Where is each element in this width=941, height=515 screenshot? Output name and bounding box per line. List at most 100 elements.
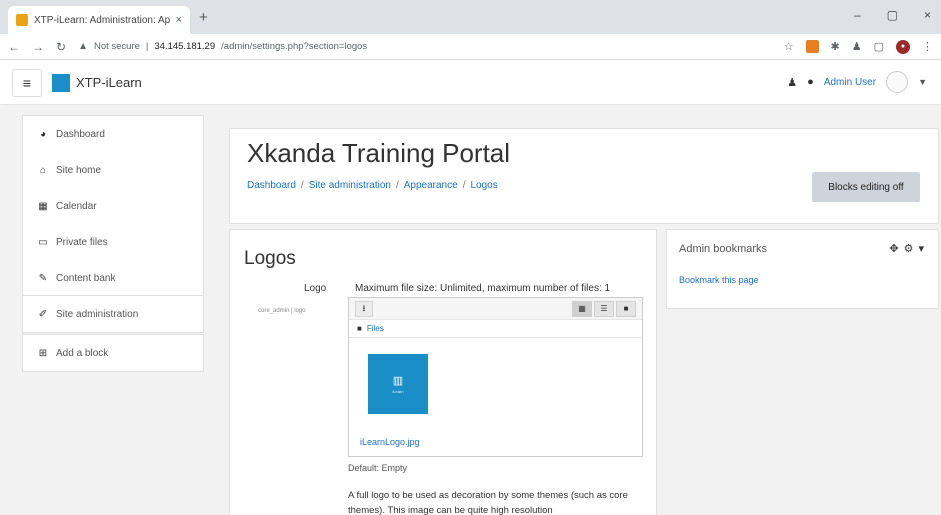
brand-logo-icon[interactable] xyxy=(52,73,70,92)
block-title: Admin bookmarks xyxy=(679,243,768,255)
minimize-button[interactable]: – xyxy=(854,8,861,22)
setting-description: A full logo to be used as decoration by … xyxy=(348,490,628,515)
file-icon: ▭ xyxy=(38,236,48,248)
nav-item-label: Private files xyxy=(56,236,108,248)
page-header: Xkanda Training Portal Dashboard / Site … xyxy=(229,128,939,224)
breadcrumb-logos[interactable]: Logos xyxy=(470,180,497,191)
user-name[interactable]: Admin User xyxy=(824,77,876,88)
chevron-down-icon[interactable]: ▼ xyxy=(918,77,927,87)
warning-icon: ▲ xyxy=(78,41,88,52)
file-name-link[interactable]: iLearnLogo.jpg xyxy=(360,437,420,447)
sidebar-icon[interactable]: ▢ xyxy=(874,40,884,53)
breadcrumb-dashboard[interactable]: Dashboard xyxy=(247,180,296,191)
user-menu-area: ♟ ● Admin User ▼ xyxy=(787,71,927,93)
hamburger-icon[interactable]: ≡ xyxy=(12,68,42,97)
folder-icon: ■ xyxy=(357,324,362,333)
browser-tab-bar: XTP-iLearn: Administration: App... × + –… xyxy=(0,0,941,34)
nav-item-add-block[interactable]: ⊞ Add a block xyxy=(23,335,203,371)
breadcrumb-separator: / xyxy=(395,180,399,191)
back-icon[interactable]: ← xyxy=(8,40,20,54)
nav-item-content-bank[interactable]: ✎ Content bank xyxy=(23,260,203,296)
book-logo-icon: ▥ xyxy=(392,375,404,387)
tab-close-icon[interactable]: × xyxy=(176,14,182,26)
list-view-icon[interactable]: ☰ xyxy=(594,300,614,317)
grid-view-icon[interactable]: ▦ xyxy=(572,300,592,317)
chevron-down-icon[interactable]: ▾ xyxy=(918,242,924,255)
home-icon: ⌂ xyxy=(39,164,47,176)
nav-item-calendar[interactable]: ▦ Calendar xyxy=(23,188,203,224)
thumbnail-text: iLearn xyxy=(392,389,404,394)
url-separator: | xyxy=(145,41,149,52)
nav-item-label: Content bank xyxy=(56,272,116,284)
setting-label: Logo xyxy=(304,283,327,294)
breadcrumb-site-administration[interactable]: Site administration xyxy=(309,180,391,191)
breadcrumb-separator: / xyxy=(300,180,304,191)
person-icon[interactable]: ♟ xyxy=(852,40,862,53)
forward-icon[interactable]: → xyxy=(32,40,44,54)
admin-nav: ✐ Site administration xyxy=(22,295,204,333)
default-value: Default: Empty xyxy=(348,463,408,473)
reload-icon[interactable]: ↻ xyxy=(56,40,66,54)
add-block-nav: ⊞ Add a block xyxy=(22,334,204,372)
blocks-editing-button[interactable]: Blocks editing off xyxy=(812,172,920,202)
wrench-icon: ✐ xyxy=(38,308,48,320)
bell-icon[interactable]: ♟ xyxy=(787,76,797,89)
menu-dots-icon[interactable]: ⋮ xyxy=(922,40,933,53)
new-tab-button[interactable]: + xyxy=(199,9,208,26)
tab-title: XTP-iLearn: Administration: App... xyxy=(34,14,170,26)
nav-item-site-home[interactable]: ⌂ Site home xyxy=(23,152,203,188)
nav-item-label: Dashboard xyxy=(56,128,105,140)
plus-square-icon: ⊞ xyxy=(38,347,48,359)
close-window-button[interactable]: × xyxy=(924,8,931,22)
file-thumbnail[interactable]: ▥ iLearn xyxy=(368,354,428,414)
folder-view-icon[interactable]: ■ xyxy=(616,300,636,317)
address-bar: ← → ↻ ▲ Not secure | 34.145.181.29/admin… xyxy=(0,34,941,60)
nav-item-dashboard[interactable]: ◕ Dashboard xyxy=(23,116,203,152)
avatar[interactable] xyxy=(886,71,909,93)
file-path-bar: ■ Files xyxy=(349,320,642,338)
site-navbar: ≡ XTP-iLearn ♟ ● Admin User ▼ xyxy=(0,61,941,105)
nav-item-private-files[interactable]: ▭ Private files xyxy=(23,224,203,260)
window-controls: – ▢ × xyxy=(854,8,931,22)
security-label: Not secure xyxy=(93,41,140,52)
nav-item-label: Calendar xyxy=(56,200,97,212)
nav-item-site-administration[interactable]: ✐ Site administration xyxy=(23,296,203,332)
pencil-icon: ✎ xyxy=(38,272,48,284)
file-manager: ⭳ ▦ ☰ ■ ■ Files ▥ iLearn iLearnLogo.jpg xyxy=(348,297,643,457)
gear-icon[interactable]: ⚙ xyxy=(904,242,914,255)
maximize-button[interactable]: ▢ xyxy=(887,8,898,22)
url-host: 34.145.181.29 xyxy=(154,41,216,52)
setting-id: core_admin | logo xyxy=(258,308,306,314)
main-content: Logos Logo core_admin | logo Maximum fil… xyxy=(229,229,657,515)
chat-icon[interactable]: ● xyxy=(807,76,814,88)
breadcrumb-appearance[interactable]: Appearance xyxy=(404,180,458,191)
bookmark-page-link[interactable]: Bookmark this page xyxy=(679,275,759,285)
nav-item-label: Site home xyxy=(56,164,102,176)
favicon-icon xyxy=(16,14,28,26)
url-field[interactable]: ▲ Not secure | 34.145.181.29/admin/setti… xyxy=(78,37,772,57)
path-files-link[interactable]: Files xyxy=(367,324,384,333)
move-icon[interactable]: ✥ xyxy=(889,242,898,255)
browser-tab[interactable]: XTP-iLearn: Administration: App... × xyxy=(8,6,190,34)
extension-icon[interactable] xyxy=(805,40,819,53)
breadcrumb-separator: / xyxy=(462,180,466,191)
block-controls: ✥ ⚙ ▾ xyxy=(889,242,924,255)
puzzle-icon[interactable]: ✱ xyxy=(831,40,840,53)
file-manager-toolbar: ⭳ ▦ ☰ ■ xyxy=(349,298,642,320)
breadcrumb: Dashboard / Site administration / Appear… xyxy=(247,180,498,191)
dashboard-icon: ◕ xyxy=(39,128,47,140)
profile-avatar-icon[interactable]: ● xyxy=(896,39,910,54)
calendar-icon: ▦ xyxy=(38,200,48,212)
site-brand[interactable]: XTP-iLearn xyxy=(76,75,142,90)
nav-item-label: Add a block xyxy=(56,347,109,359)
primary-nav: ◕ Dashboard ⌂ Site home ▦ Calendar ▭ Pri… xyxy=(22,115,204,297)
page-title: Xkanda Training Portal xyxy=(247,138,511,168)
section-heading: Logos xyxy=(244,248,296,269)
upload-icon[interactable]: ⭳ xyxy=(355,300,373,317)
view-toggle-group: ▦ ☰ ■ xyxy=(572,300,636,317)
nav-item-label: Site administration xyxy=(56,308,139,320)
extension-icons: ☆ ✱ ♟ ▢ ● ⋮ xyxy=(784,39,933,54)
url-path: /admin/settings.php?section=logos xyxy=(221,41,368,52)
star-icon[interactable]: ☆ xyxy=(784,40,794,53)
max-file-size-note: Maximum file size: Unlimited, maximum nu… xyxy=(355,283,611,294)
